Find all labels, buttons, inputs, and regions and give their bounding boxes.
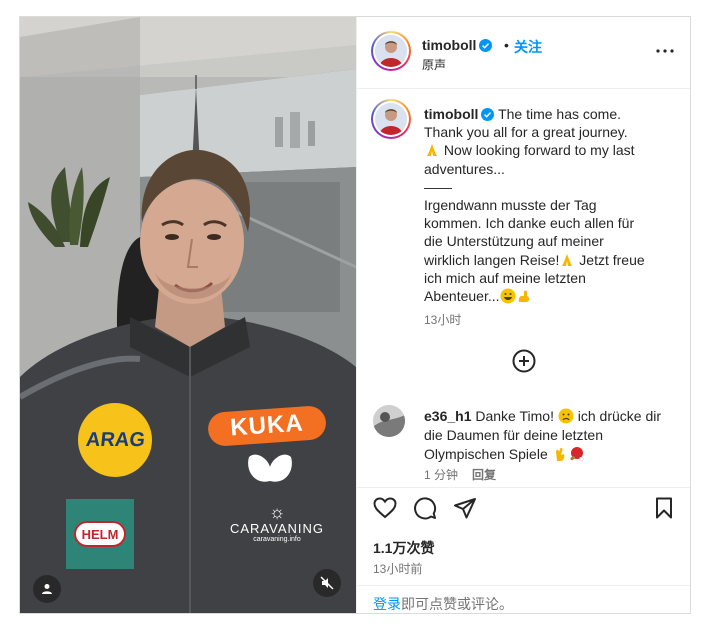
caption-avatar[interactable] <box>375 103 407 135</box>
heart-icon[interactable] <box>373 496 397 520</box>
speaker-muted-icon <box>320 576 334 590</box>
post-side-panel: timoboll • 关注 原声 timoboll The time has c… <box>356 17 690 613</box>
folded-hands-emoji-icon <box>427 144 437 157</box>
audio-label[interactable]: 原声 <box>422 56 446 73</box>
tagged-users-button[interactable] <box>33 575 61 603</box>
caption-text: timoboll The time has come. Thank you al… <box>424 106 645 305</box>
worried-face-emoji-icon <box>558 408 574 424</box>
comment-meta: 1 分钟 回复 <box>424 466 496 483</box>
paper-plane-icon[interactable] <box>453 496 477 520</box>
mute-button[interactable] <box>313 569 341 597</box>
instagram-post-card: ARAG KUKA HELM ☼ CARAVANING caravaning.i… <box>19 16 691 614</box>
comment-timestamp[interactable]: 1 分钟 <box>424 468 458 482</box>
more-horizontal-icon <box>656 49 674 53</box>
caption-username[interactable]: timoboll <box>424 106 478 122</box>
verified-badge-icon <box>479 39 493 52</box>
plus-circle-icon[interactable] <box>512 349 536 373</box>
folded-hands-emoji-icon <box>562 253 573 266</box>
user-icon <box>42 584 52 594</box>
separator-dot: • <box>504 37 509 53</box>
reply-button[interactable]: 回复 <box>472 468 496 482</box>
crossed-fingers-emoji-icon <box>555 447 564 461</box>
post-header: timoboll • 关注 原声 <box>357 17 690 89</box>
ping-pong-emoji-icon <box>570 447 584 462</box>
login-prompt-text: 即可点赞或评论。 <box>401 596 513 612</box>
comment-username[interactable]: e36_h1 <box>424 408 471 424</box>
login-link[interactable]: 登录 <box>373 596 401 612</box>
arag-logo: ARAG <box>78 403 152 477</box>
avatar[interactable] <box>375 35 407 67</box>
flexed-biceps-emoji-icon <box>518 290 529 303</box>
grinning-face-emoji-icon <box>500 288 516 304</box>
butterfly-logo-icon <box>248 454 292 482</box>
caravaning-logo: ☼ CARAVANING caravaning.info <box>229 502 325 543</box>
comment-text: e36_h1 Danke Timo! ich drücke dir die Dau… <box>424 408 662 462</box>
login-prompt: 登录即可点赞或评论。 <box>357 585 690 613</box>
comment-bubble-icon[interactable] <box>413 496 437 520</box>
bookmark-icon[interactable] <box>652 496 676 520</box>
follow-button[interactable]: 关注 <box>514 37 542 57</box>
header-username[interactable]: timoboll <box>422 37 493 53</box>
post-video[interactable]: ARAG KUKA HELM ☼ CARAVANING caravaning.i… <box>20 17 356 613</box>
more-options-button[interactable] <box>653 39 677 63</box>
verified-badge-icon <box>481 108 495 121</box>
like-count[interactable]: 1.1万次赞 <box>373 538 434 558</box>
post-timestamp[interactable]: 13小时前 <box>373 560 422 577</box>
action-bar: 1.1万次赞 13小时前 登录即可点赞或评论。 <box>357 487 690 613</box>
comment-avatar[interactable] <box>373 405 405 437</box>
helm-logo: HELM <box>66 499 134 569</box>
caption-timestamp[interactable]: 13小时 <box>424 311 461 328</box>
